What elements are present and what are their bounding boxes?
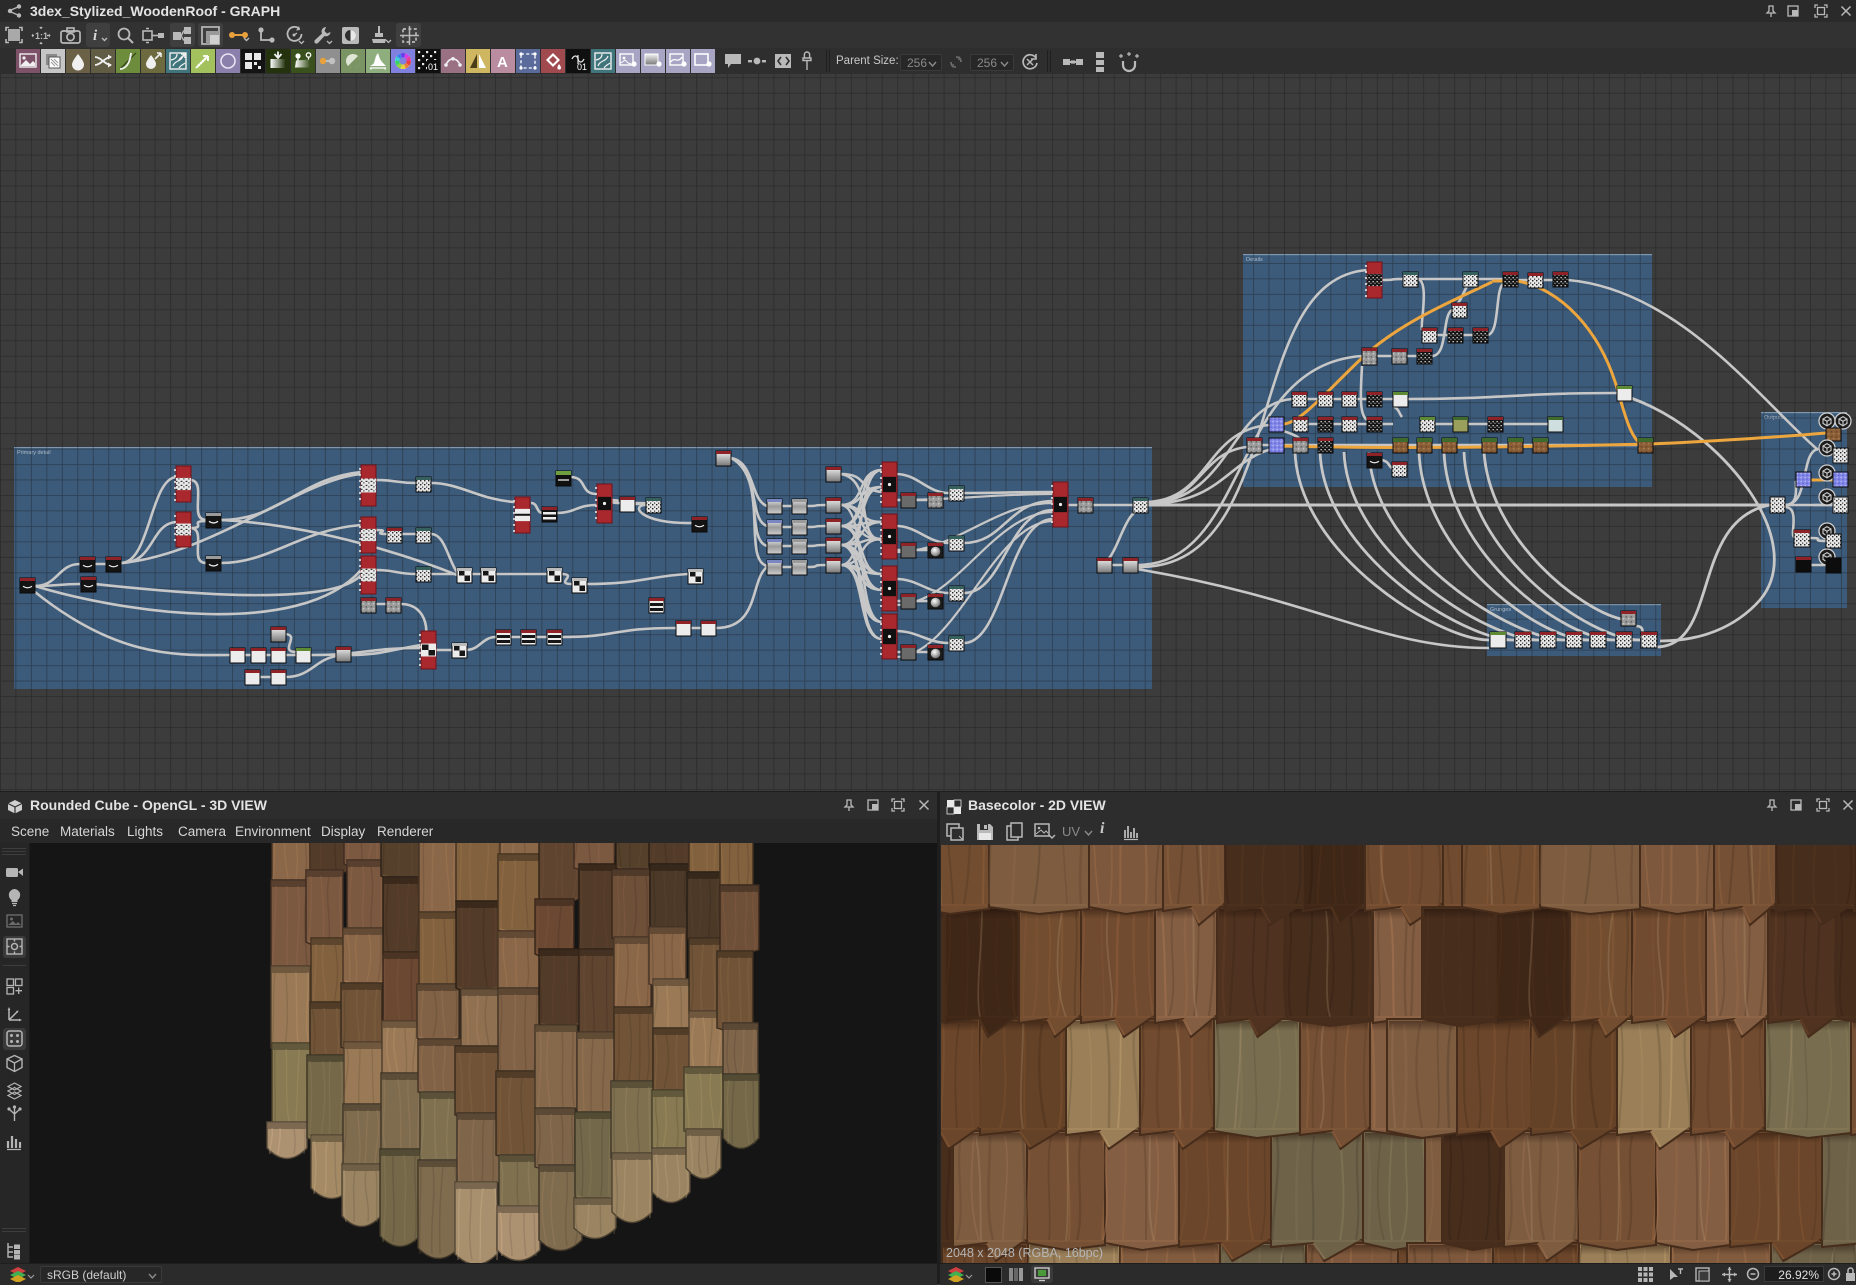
svg-text:i: i: [93, 28, 98, 44]
svg-text:01: 01: [577, 62, 587, 71]
svg-text:1:1: 1:1: [35, 31, 48, 41]
svg-text:A: A: [497, 54, 508, 71]
svg-text:01: 01: [428, 62, 438, 71]
